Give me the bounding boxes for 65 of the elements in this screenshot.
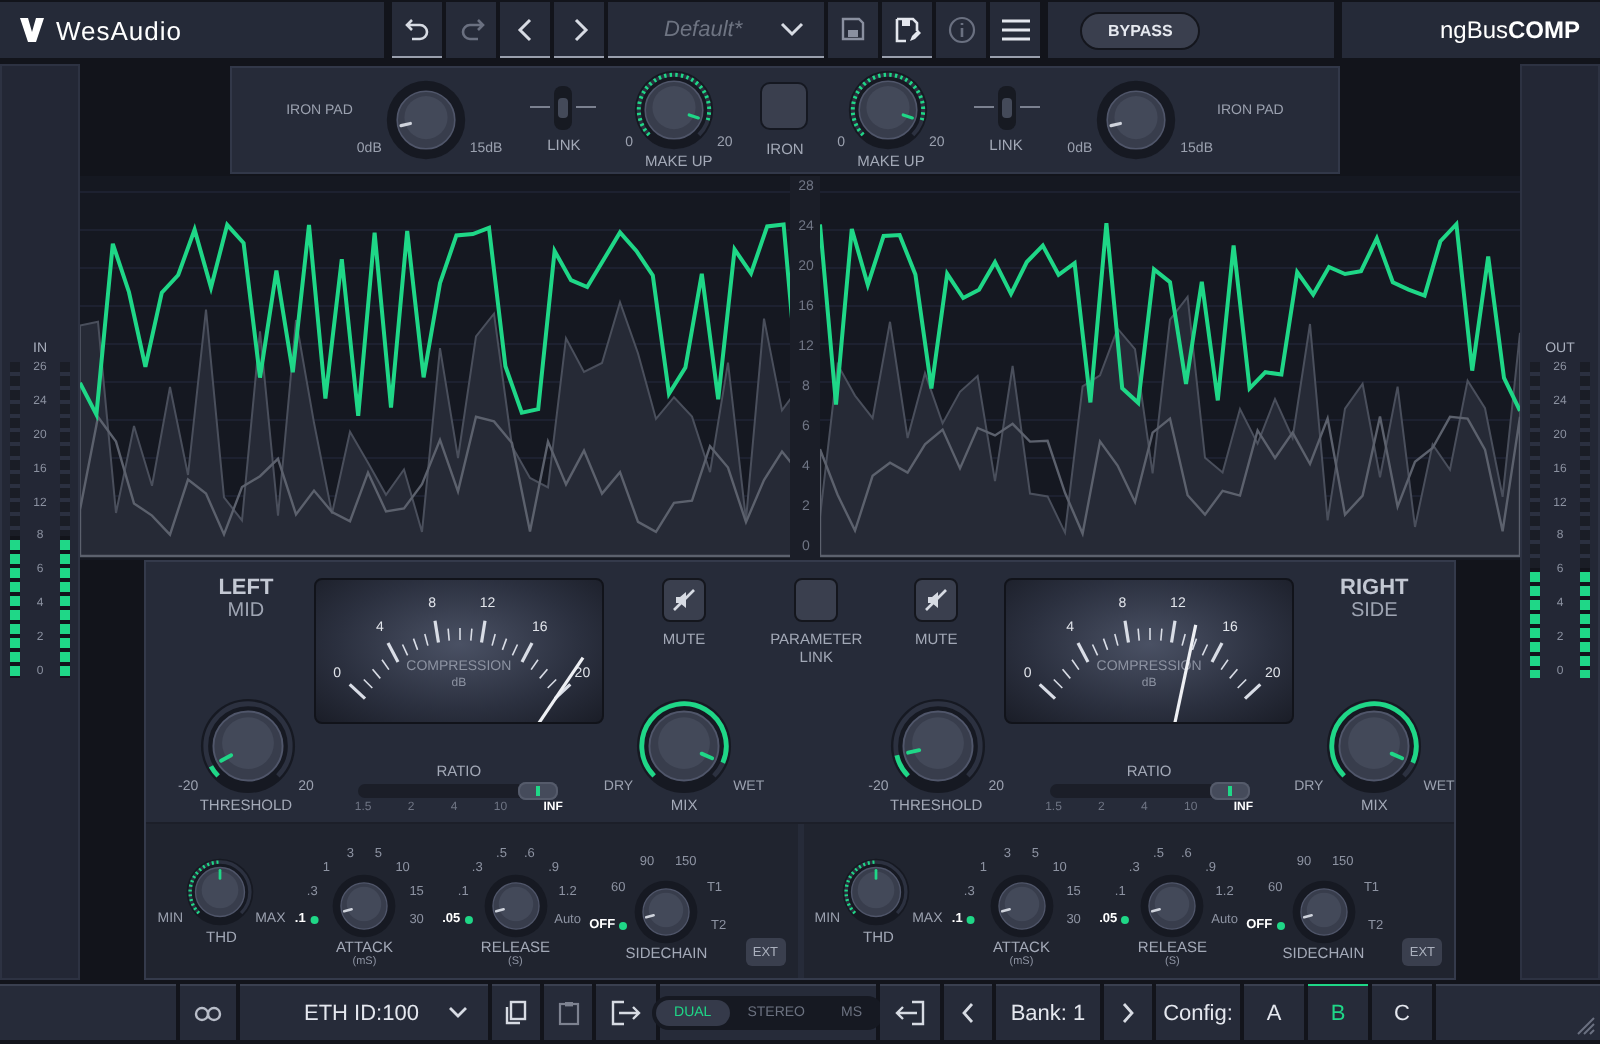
redo-icon (457, 15, 485, 43)
toggle-switch[interactable] (997, 85, 1015, 130)
bank-label: Bank: 1 (996, 984, 1100, 1040)
save-button[interactable] (828, 2, 878, 58)
bypass-button[interactable]: BYPASS (1080, 11, 1201, 49)
mute-button[interactable] (662, 578, 707, 623)
thd-knob[interactable] (842, 857, 911, 926)
slider-thumb[interactable] (1209, 782, 1250, 801)
menu-button[interactable] (990, 2, 1040, 58)
copy-icon (504, 1000, 528, 1026)
config-label: Config: (1156, 984, 1240, 1040)
iron-pad-knob[interactable] (385, 79, 466, 160)
paste-button[interactable] (544, 984, 592, 1040)
make-up-knob[interactable] (634, 69, 715, 150)
import-icon (894, 1000, 926, 1026)
chevron-right-icon (569, 17, 589, 41)
import-button[interactable] (880, 984, 940, 1040)
caret-icon (780, 21, 804, 37)
previous-button[interactable] (500, 2, 550, 58)
thd-knob[interactable] (185, 857, 254, 926)
link-icon (194, 1003, 222, 1023)
channel-subtitle: SIDE (1350, 600, 1398, 623)
muted-speaker-icon (924, 588, 949, 613)
undo-icon (403, 15, 431, 43)
next-bank-button[interactable] (1104, 984, 1152, 1040)
floppy-pencil-icon (893, 15, 921, 43)
chevron-left-icon (515, 17, 535, 41)
ratio-slider[interactable] (1049, 784, 1250, 799)
ratio-slider[interactable] (358, 784, 559, 799)
previous-bank-button[interactable] (944, 984, 992, 1040)
threshold-knob[interactable] (200, 698, 297, 795)
mix-knob[interactable] (635, 698, 732, 795)
undo-button[interactable] (392, 2, 442, 58)
floppy-icon (840, 16, 866, 42)
channel-subtitle: MID (227, 600, 265, 623)
menu-icon (999, 17, 1031, 41)
export-button[interactable] (596, 984, 656, 1040)
iron-pad-knob[interactable] (1096, 79, 1177, 160)
product-name: ngBusCOMP (1342, 2, 1600, 58)
toggle-switch[interactable] (554, 85, 573, 130)
brand-logo: WesAudio (56, 15, 183, 45)
logo-icon (18, 16, 46, 44)
channel-title: RIGHT (1340, 578, 1409, 601)
next-button[interactable] (554, 2, 604, 58)
mute-button[interactable] (914, 578, 959, 623)
config-tab[interactable]: B (1308, 984, 1368, 1040)
config-tab[interactable]: A (1244, 984, 1304, 1040)
chevron-left-icon (960, 1002, 976, 1024)
chevron-right-icon (1120, 1002, 1136, 1024)
info-icon (947, 15, 975, 43)
caret-icon (448, 1006, 468, 1020)
muted-speaker-icon (672, 588, 697, 613)
copy-button[interactable] (492, 984, 540, 1040)
channel-title: LEFT (218, 578, 274, 601)
threshold-knob[interactable] (890, 698, 987, 795)
make-up-knob[interactable] (847, 69, 928, 150)
mix-knob[interactable] (1325, 698, 1422, 795)
device-dropdown[interactable]: ETH ID:100 (240, 984, 488, 1040)
clipboard-icon (557, 1000, 579, 1026)
link-button[interactable] (180, 984, 236, 1040)
export-icon (610, 1000, 642, 1026)
save-as-button[interactable] (882, 2, 932, 58)
slider-thumb[interactable] (518, 782, 559, 801)
resize-grip-icon[interactable] (1576, 1016, 1596, 1036)
config-tab[interactable]: C (1372, 984, 1432, 1040)
